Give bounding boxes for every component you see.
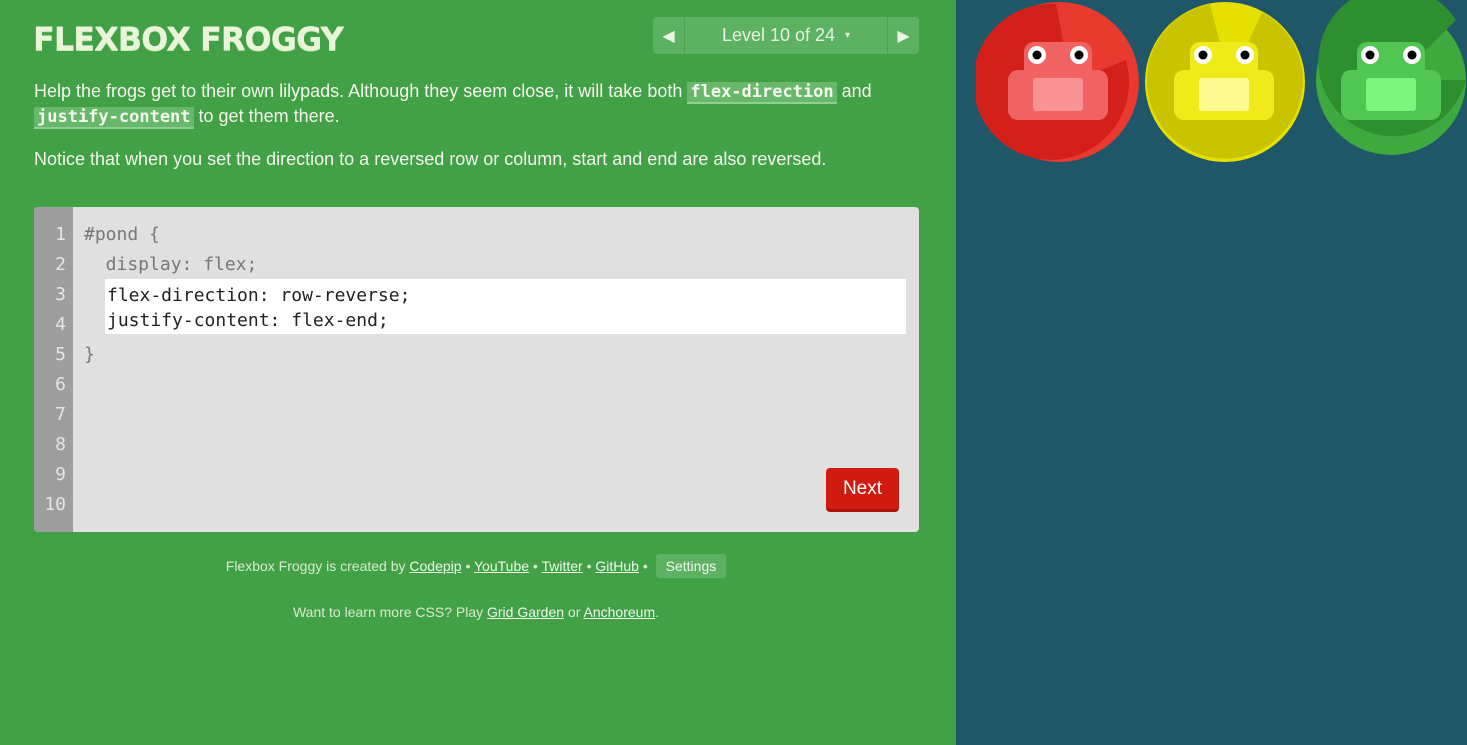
next-button[interactable]: Next: [826, 468, 899, 512]
settings-button[interactable]: Settings: [655, 554, 727, 578]
more-text: .: [655, 604, 659, 620]
level-navigator: ◀ Level 10 of 24 ▾ ▶: [653, 17, 919, 54]
grid-garden-link[interactable]: Grid Garden: [487, 604, 564, 620]
line-number: 2: [55, 254, 66, 275]
instruction-text: to get them there.: [193, 106, 340, 126]
instruction-text: and: [836, 81, 872, 101]
pond: [956, 0, 1467, 745]
level-label: Level 10 of 24: [721, 25, 836, 45]
triangle-right-icon: ▶: [897, 27, 910, 45]
line-number: 6: [55, 374, 66, 395]
code-line-1: #pond {: [84, 224, 160, 245]
instructions: Help the frogs get to their own lilypads…: [34, 79, 914, 189]
instruction-paragraph-1: Help the frogs get to their own lilypads…: [34, 79, 914, 129]
level-selector[interactable]: Level 10 of 24 ▾: [685, 17, 887, 54]
prev-level-button[interactable]: ◀: [653, 17, 685, 54]
line-number: 3: [55, 284, 66, 305]
youtube-link[interactable]: YouTube: [474, 558, 529, 574]
code-keyword-flex-direction: flex-direction: [687, 82, 837, 104]
instruction-paragraph-2: Notice that when you set the direction t…: [34, 149, 827, 169]
credits-text: Flexbox Froggy is created by: [225, 558, 410, 574]
line-number: 1: [55, 224, 66, 245]
code-keyword-justify-content: justify-content: [34, 107, 194, 129]
separator: •: [529, 558, 542, 574]
green-frog-on-lilypad: [1316, 0, 1466, 155]
triangle-left-icon: ◀: [662, 27, 675, 45]
line-number: 5: [55, 344, 66, 365]
next-level-button[interactable]: ▶: [887, 17, 919, 54]
more-games: Want to learn more CSS? Play Grid Garden…: [0, 604, 952, 620]
code-line-5: }: [84, 344, 95, 365]
twitter-link[interactable]: Twitter: [541, 558, 582, 574]
line-number: 10: [44, 494, 66, 515]
separator: •: [461, 558, 474, 574]
code-area: #pond { display: flex; } flex-direction:…: [84, 223, 907, 373]
css-code-input[interactable]: flex-direction: row-reverse; justify-con…: [105, 279, 906, 334]
instruction-text: Help the frogs get to their own lilypads…: [34, 81, 688, 101]
codepip-link[interactable]: Codepip: [409, 558, 461, 574]
line-number-gutter: 1 2 3 4 5 6 7 8 9 10: [34, 207, 73, 532]
app-title: FLEXBOX FROGGY: [33, 20, 344, 58]
more-text: or: [564, 604, 584, 620]
yellow-frog-on-lilypad: [1145, 2, 1305, 162]
sidebar: FLEXBOX FROGGY ◀ Level 10 of 24 ▾ ▶ Help…: [0, 0, 956, 745]
line-number: 8: [55, 434, 66, 455]
anchoreum-link[interactable]: Anchoreum: [584, 604, 656, 620]
more-text: Want to learn more CSS? Play: [292, 604, 487, 620]
line-number: 4: [55, 314, 66, 335]
chevron-down-icon: ▾: [845, 30, 851, 41]
code-editor: 1 2 3 4 5 6 7 8 9 10 #pond { display: fl…: [34, 207, 919, 532]
separator: •: [638, 558, 652, 574]
line-number: 9: [55, 464, 66, 485]
line-number: 7: [55, 404, 66, 425]
red-frog-on-lilypad: [976, 2, 1139, 162]
github-link[interactable]: GitHub: [595, 558, 639, 574]
credits: Flexbox Froggy is created by Codepip • Y…: [0, 554, 952, 578]
separator: •: [582, 558, 596, 574]
